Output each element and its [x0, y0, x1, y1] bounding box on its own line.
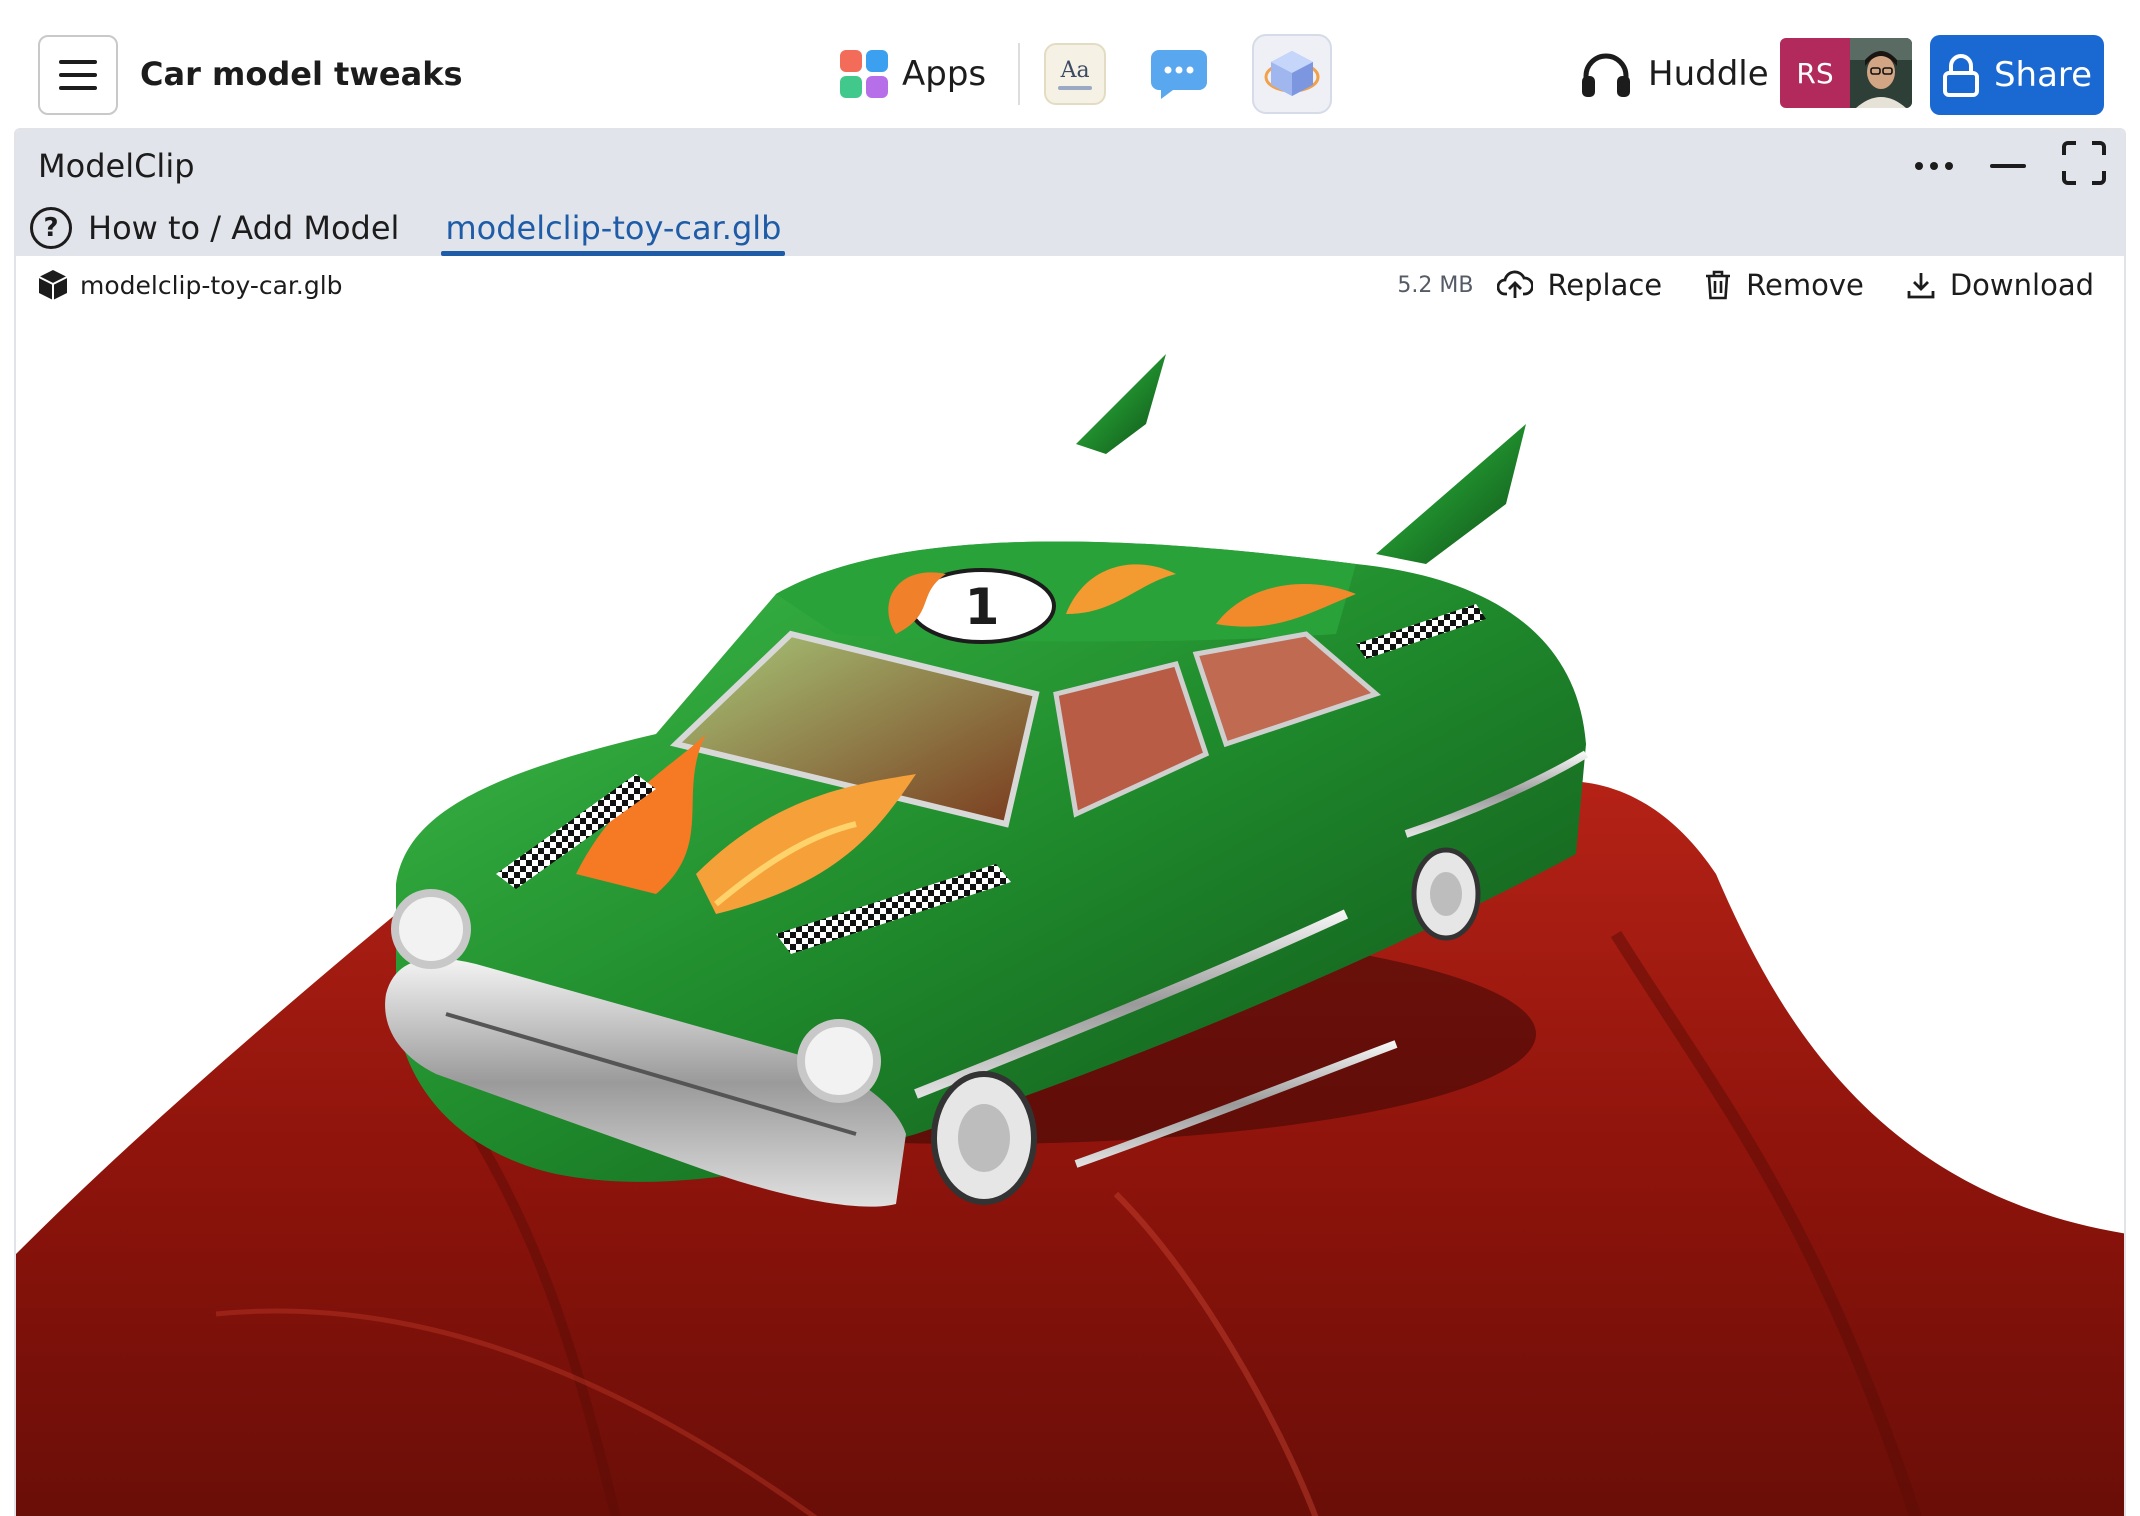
share-label: Share [1993, 55, 2093, 95]
app-name: ModelClip [38, 147, 195, 185]
help-icon: ? [30, 207, 72, 249]
share-button[interactable]: Share [1930, 35, 2104, 115]
top-header: Car model tweaks Apps Aa Huddle RS Share [0, 0, 2140, 128]
document-title: Car model tweaks [140, 55, 463, 93]
hamburger-icon [59, 60, 97, 64]
download-label: Download [1949, 268, 2094, 302]
remove-label: Remove [1746, 268, 1864, 302]
file-actions: 5.2 MB Replace Remove Download [1397, 262, 2094, 308]
text-doc-icon-line [1058, 86, 1093, 90]
headphones-icon [1582, 53, 1630, 97]
roof-number: 1 [965, 578, 1000, 636]
user-photo-icon [1850, 38, 1912, 108]
modelclip-tool-button[interactable] [1252, 34, 1333, 114]
trash-icon [1706, 270, 1731, 300]
download-icon [1907, 273, 1935, 299]
modelclip-panel: ModelClip ? How to / Add Model modelclip… [14, 128, 2126, 1516]
avatar-photo[interactable] [1850, 38, 1912, 108]
toolbar-divider [1018, 43, 1021, 105]
apps-grid-icon [840, 50, 888, 98]
model-cube-icon [38, 270, 68, 300]
remove-button[interactable]: Remove [1704, 268, 1864, 302]
center-toolbar: Apps Aa [832, 34, 1333, 114]
replace-button[interactable]: Replace [1497, 268, 1662, 302]
hamburger-icon-line [59, 86, 97, 90]
3d-cube-icon [1264, 51, 1320, 96]
message-tool-button[interactable] [1148, 43, 1210, 105]
model-viewer-canvas[interactable]: 1 [16, 314, 2124, 1516]
window-controls [1914, 140, 2106, 190]
tab-how-to-label: How to / Add Model [88, 209, 400, 247]
hamburger-icon-line [59, 73, 97, 77]
file-name-group: modelclip-toy-car.glb [38, 264, 343, 306]
panel-header: ModelClip ? How to / Add Model modelclip… [16, 130, 2124, 256]
chat-bubble-icon [1151, 50, 1208, 99]
replace-label: Replace [1547, 268, 1663, 302]
minimize-icon [1990, 163, 2026, 168]
fullscreen-button[interactable] [2062, 141, 2106, 189]
minimize-button[interactable] [1990, 156, 2026, 175]
panel-tabs: ? How to / Add Model modelclip-toy-car.g… [30, 200, 786, 256]
model-render: 1 [16, 354, 2124, 1516]
tab-model-file[interactable]: modelclip-toy-car.glb [441, 200, 786, 256]
more-options-button[interactable] [1914, 156, 1954, 175]
avatar-rs[interactable]: RS [1780, 38, 1850, 108]
huddle-button[interactable]: Huddle [1580, 34, 1769, 114]
file-size: 5.2 MB [1397, 272, 1474, 298]
more-dots-icon [1915, 161, 1953, 170]
apps-button[interactable]: Apps [832, 34, 994, 114]
download-button[interactable]: Download [1906, 268, 2094, 302]
lock-icon [1942, 54, 1979, 97]
menu-button[interactable] [38, 35, 118, 115]
apps-label: Apps [902, 54, 987, 94]
file-info-bar: modelclip-toy-car.glb 5.2 MB Replace Rem… [16, 256, 2124, 314]
fullscreen-icon [2062, 141, 2106, 185]
cloud-upload-icon [1497, 270, 1534, 298]
file-name: modelclip-toy-car.glb [80, 270, 343, 300]
tab-model-file-label: modelclip-toy-car.glb [445, 209, 782, 247]
text-doc-tool-button[interactable]: Aa [1044, 43, 1107, 105]
tab-how-to[interactable]: ? How to / Add Model [30, 200, 399, 256]
huddle-label: Huddle [1648, 54, 1769, 94]
text-doc-icon: Aa [1060, 58, 1090, 83]
